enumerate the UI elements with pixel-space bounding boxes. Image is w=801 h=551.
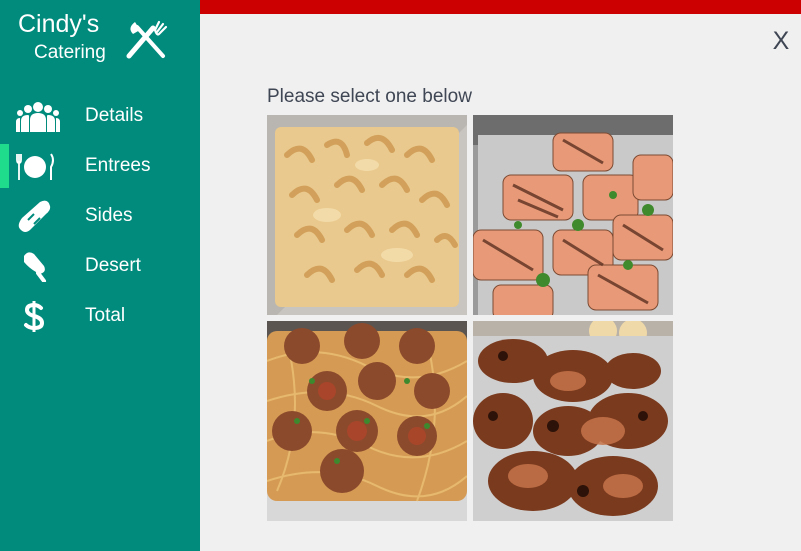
- sidebar-item-label: Entrees: [85, 155, 151, 176]
- option-mac-and-cheese[interactable]: [267, 115, 467, 315]
- sidebar-item-label: Details: [85, 105, 144, 126]
- selection-prompt: Please select one below: [267, 86, 472, 107]
- close-button[interactable]: X: [769, 26, 793, 56]
- plate-utensils-icon: [16, 153, 54, 180]
- option-grilled-salmon[interactable]: [473, 115, 673, 315]
- option-spaghetti-meatballs[interactable]: [267, 321, 467, 521]
- top-accent-bar: [200, 0, 801, 14]
- grilled-chicken-image: [473, 321, 673, 521]
- sidebar: Cindy's Catering Details Entrees Sides D…: [0, 0, 200, 551]
- brand: Cindy's Catering: [0, 0, 200, 80]
- fork-knife-icon: [126, 20, 168, 59]
- active-indicator: [0, 144, 9, 188]
- grilled-salmon-image: [473, 115, 673, 315]
- mac-and-cheese-image: [267, 115, 467, 315]
- sidebar-item-label: Total: [85, 305, 126, 326]
- popsicle-icon: [24, 252, 46, 282]
- brand-subtitle: Catering: [34, 42, 106, 63]
- option-grilled-chicken[interactable]: [473, 321, 673, 521]
- sidebar-item-sides[interactable]: Sides: [0, 194, 200, 238]
- sidebar-item-label: Desert: [85, 255, 141, 276]
- spaghetti-meatballs-image: [267, 321, 467, 521]
- sidebar-item-desert[interactable]: Desert: [0, 244, 200, 288]
- dollar-icon: [24, 301, 45, 332]
- sidebar-item-details[interactable]: Details: [0, 94, 200, 138]
- brand-name: Cindy's: [18, 10, 100, 38]
- bread-icon: [18, 200, 51, 232]
- people-icon: [16, 102, 60, 132]
- sidebar-item-total[interactable]: Total: [0, 294, 200, 338]
- sidebar-item-entrees[interactable]: Entrees: [0, 144, 200, 188]
- sidebar-item-label: Sides: [85, 205, 133, 226]
